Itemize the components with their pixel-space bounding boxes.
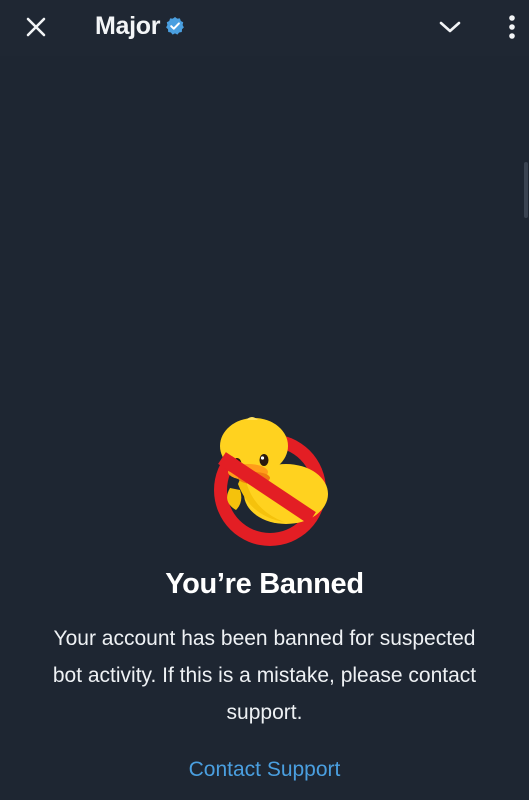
contact-support-link[interactable]: Contact Support bbox=[0, 758, 529, 782]
chevron-down-icon bbox=[439, 21, 461, 33]
close-button[interactable] bbox=[18, 9, 54, 45]
banned-title: You’re Banned bbox=[165, 568, 364, 600]
bot-name: Major bbox=[95, 11, 161, 40]
bot-title: Major bbox=[95, 10, 185, 42]
banned-duck-icon bbox=[206, 412, 334, 548]
top-bar: Major bbox=[0, 0, 529, 56]
collapse-button[interactable] bbox=[432, 11, 468, 43]
scrollbar[interactable] bbox=[524, 162, 528, 218]
more-options-button[interactable] bbox=[496, 9, 528, 45]
verified-badge-icon bbox=[165, 16, 185, 36]
close-icon bbox=[26, 17, 46, 37]
banned-message: Your account has been banned for suspect… bbox=[52, 627, 477, 724]
more-vertical-icon bbox=[509, 15, 515, 39]
